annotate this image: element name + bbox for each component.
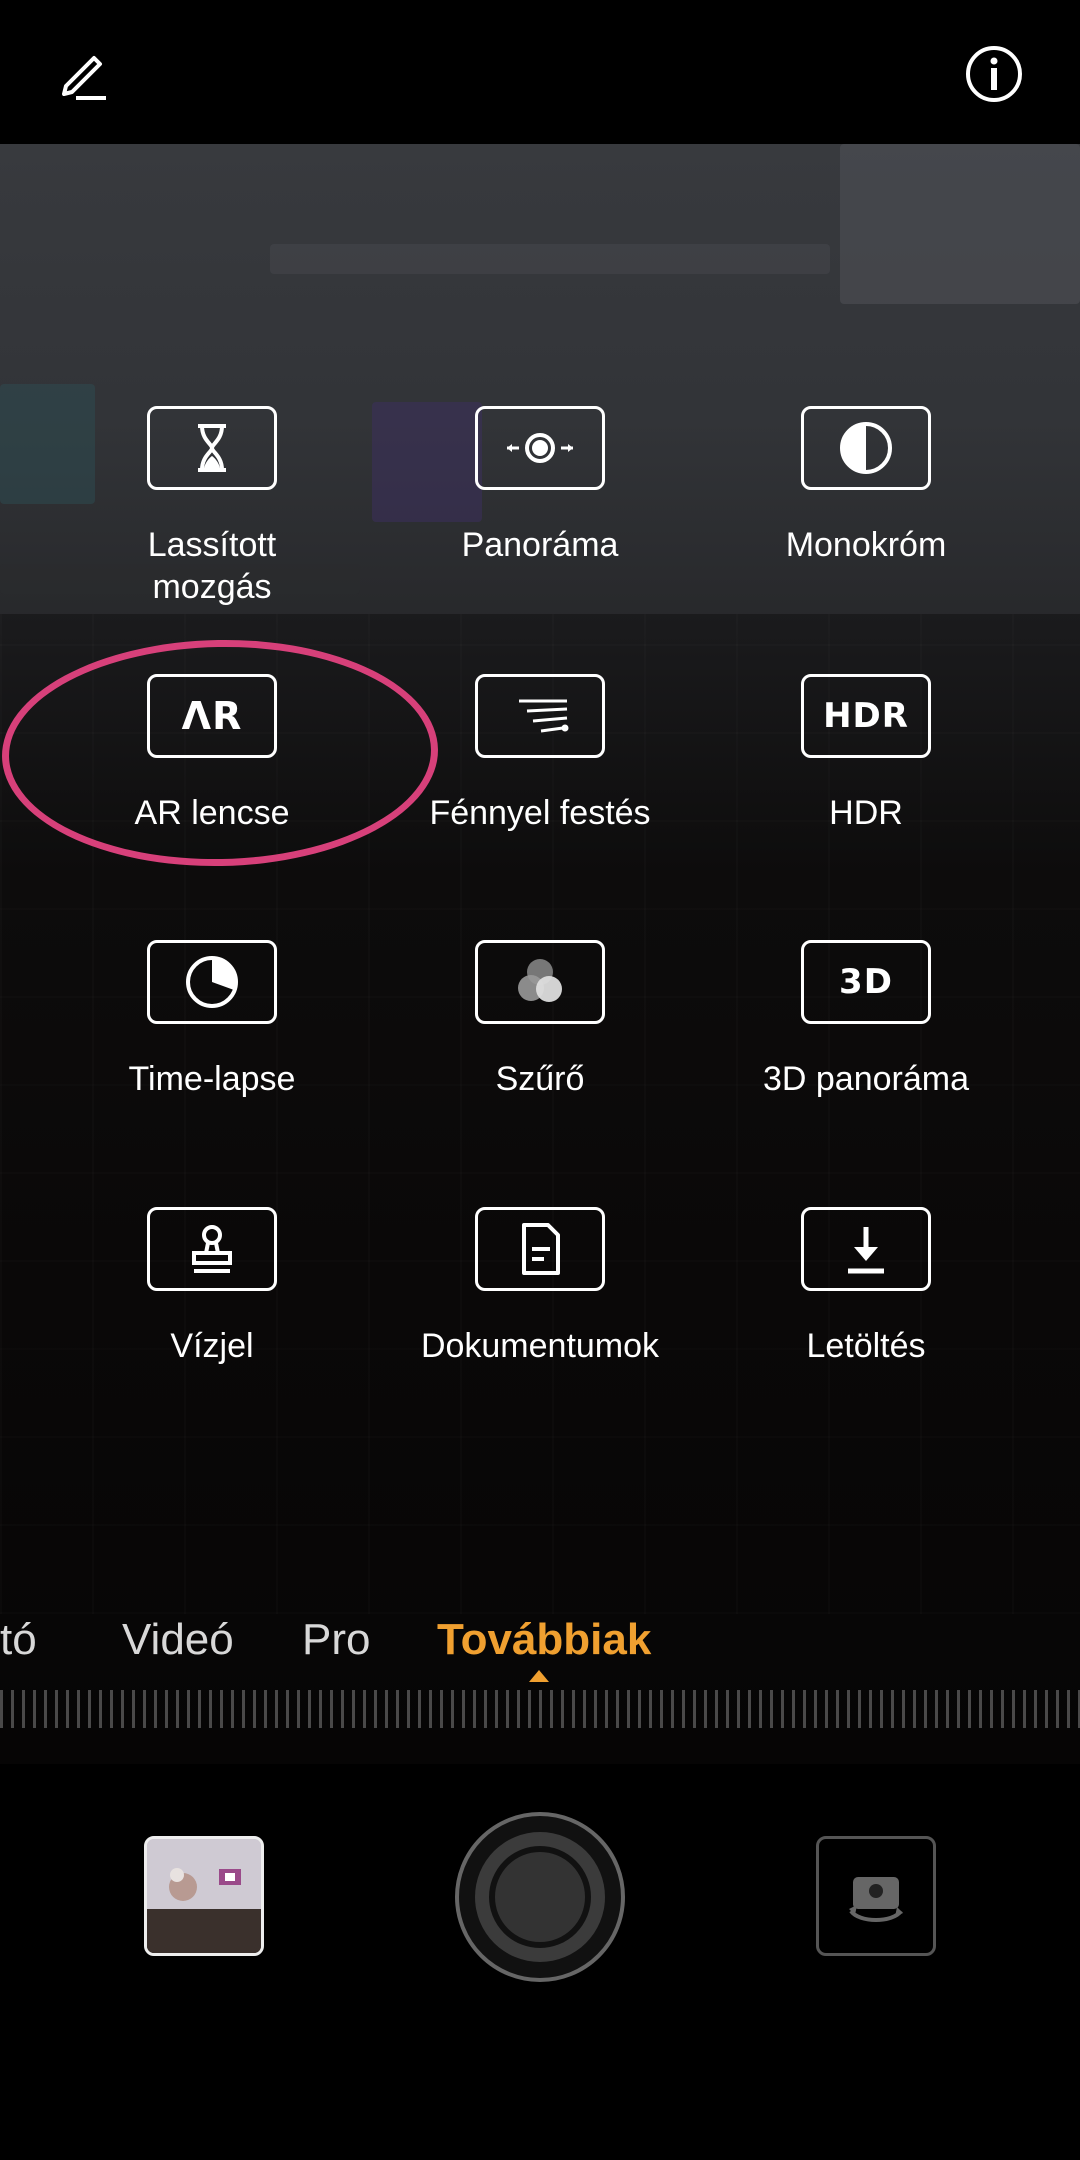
tab-more[interactable]: Továbbiak xyxy=(437,1600,651,1680)
mode-label: Monokróm xyxy=(785,526,947,564)
tab-video[interactable]: Videó xyxy=(122,1600,234,1680)
mode-label: Letöltés xyxy=(806,1327,926,1365)
mode-label: 3D panoráma xyxy=(762,1060,969,1098)
light-streaks-icon xyxy=(475,674,605,758)
stamp-icon xyxy=(147,1207,277,1291)
mode-label: Fénnyel festés xyxy=(429,794,651,832)
timelapse-icon xyxy=(147,940,277,1024)
hourglass-icon xyxy=(147,406,277,490)
mode-label: Panoráma xyxy=(461,526,619,564)
switch-camera-icon[interactable] xyxy=(816,1836,936,1956)
mode-label: Szűrő xyxy=(495,1060,585,1098)
mode-tabs: tó Videó Pro Továbbiak xyxy=(0,1600,1080,1680)
3d-icon: 3D xyxy=(801,940,931,1024)
mode-label: Lassított mozgás xyxy=(147,526,277,606)
tab-photo[interactable]: tó xyxy=(0,1600,37,1680)
active-tab-indicator xyxy=(529,1670,549,1682)
document-icon xyxy=(475,1207,605,1291)
gallery-thumbnail[interactable] xyxy=(144,1836,264,1956)
shutter-button[interactable] xyxy=(455,1812,625,1982)
tab-pro[interactable]: Pro xyxy=(302,1600,370,1680)
mode-label: Dokumentumok xyxy=(420,1327,660,1365)
hdr-icon: HDR xyxy=(801,674,931,758)
mode-label: Vízjel xyxy=(170,1327,254,1365)
download-icon xyxy=(801,1207,931,1291)
panorama-icon xyxy=(475,406,605,490)
half-circle-icon xyxy=(801,406,931,490)
filter-icon xyxy=(475,940,605,1024)
mode-scroll-ruler[interactable] xyxy=(0,1690,1080,1728)
mode-label: Time-lapse xyxy=(128,1060,296,1098)
mode-label: HDR xyxy=(829,794,903,832)
